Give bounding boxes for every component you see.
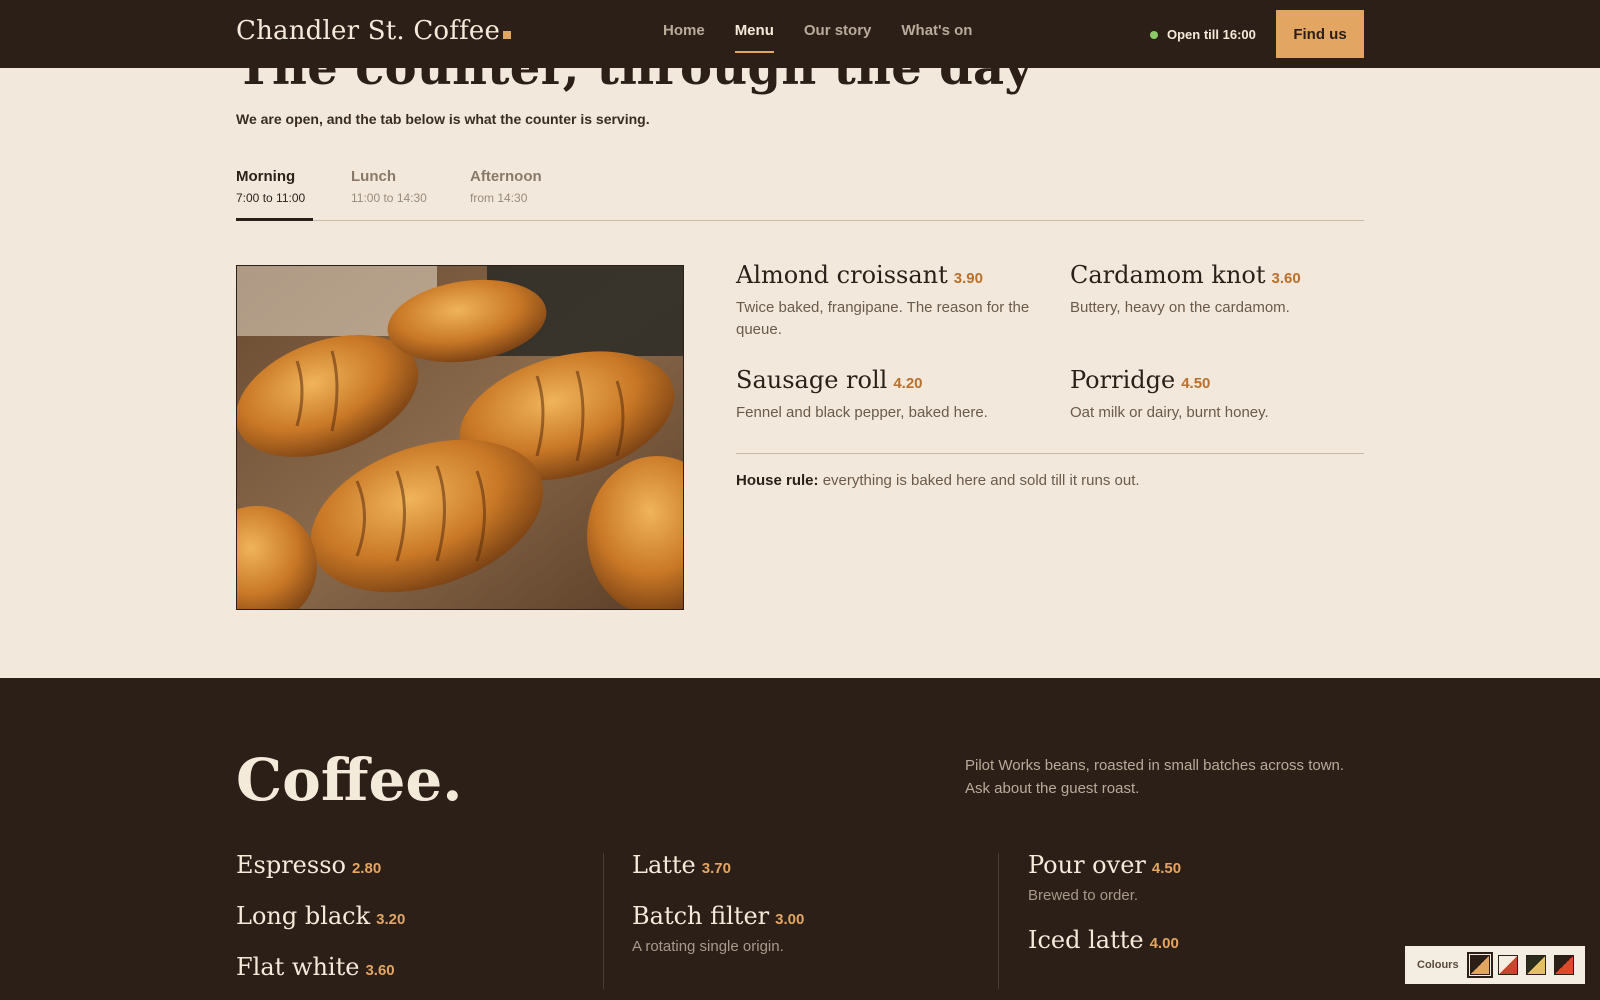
column-divider [998, 853, 999, 989]
house-rule-label: House rule: [736, 472, 819, 489]
nav-whats-on[interactable]: What's on [901, 22, 972, 53]
coffee-section: Coffee. Pilot Works beans, roasted in sm… [0, 678, 1600, 1000]
menu-item: Almond croissant 3.90 Twice baked, frangi… [736, 261, 1036, 341]
swatch-option[interactable] [1525, 955, 1546, 975]
menu-item-price: 3.90 [953, 270, 983, 287]
menu-item-name: Almond croissant [736, 261, 948, 289]
menu-divider [736, 453, 1364, 454]
coffee-item-name: Batch filter [632, 902, 770, 930]
menu-item-price: 3.60 [1271, 270, 1301, 287]
coffee-item: Long black 3.20 [236, 902, 405, 930]
tab-afternoon-label: Afternoon [470, 168, 542, 185]
menu-item-price: 4.20 [893, 375, 923, 392]
tab-lunch-time: 11:00 to 14:30 [351, 191, 427, 205]
menu-item-name: Porridge [1070, 366, 1176, 394]
coffee-item-name: Iced latte [1028, 926, 1144, 954]
find-us-button[interactable]: Find us [1276, 10, 1364, 58]
swatch-option[interactable] [1466, 952, 1493, 978]
coffee-item: Pour over 4.50 Brewed to order. [1028, 851, 1181, 904]
menu-item-desc: Buttery, heavy on the cardamom. [1070, 299, 1290, 316]
coffee-item-price: 3.00 [775, 911, 805, 928]
nav-home[interactable]: Home [663, 22, 705, 53]
coffee-item-name: Long black [236, 902, 371, 930]
coffee-item-desc: Brewed to order. [1028, 887, 1139, 904]
open-status: Open till 16:00 [1150, 27, 1256, 42]
tab-morning-label: Morning [236, 168, 296, 185]
coffee-item-name: Pour over [1028, 851, 1146, 879]
coffee-item: Latte 3.70 [632, 851, 731, 879]
top-navigation-bar: Chandler St. Coffee Home Menu Our story … [0, 0, 1600, 68]
coffee-item-price: 3.20 [376, 911, 406, 928]
menu-item: Cardamom knot 3.60 Buttery, heavy on the … [1070, 261, 1370, 319]
tab-afternoon-time: from 14:30 [470, 191, 528, 205]
coffee-item: Batch filter 3.00 A rotating single origi… [632, 902, 804, 955]
nav-our-story[interactable]: Our story [804, 22, 872, 53]
coffee-item-price: 4.00 [1149, 935, 1179, 952]
croissants-illustration [237, 266, 683, 609]
column-divider [603, 853, 604, 989]
house-rule-text: everything is baked here and sold till i… [822, 472, 1140, 489]
tab-morning[interactable]: Morning 7:00 to 11:00 [236, 168, 313, 221]
menu-item-desc: Fennel and black pepper, baked here. [736, 404, 988, 421]
croissants-photo [236, 265, 684, 610]
main-nav: Home Menu Our story What's on [663, 22, 972, 53]
menu-item-desc: Twice baked, frangipane. The reason for … [736, 299, 1030, 338]
coffee-item-name: Espresso [236, 851, 346, 879]
open-status-dot-icon [1150, 30, 1158, 39]
coffee-item: Iced latte 4.00 [1028, 926, 1179, 954]
menu-item-name: Cardamom knot [1070, 261, 1266, 289]
coffee-item: Espresso 2.80 [236, 851, 381, 879]
coffee-item-price: 2.80 [351, 860, 382, 877]
page-lede: We are open, and the tab below is what t… [236, 111, 650, 127]
swatch-option[interactable] [1497, 955, 1518, 975]
tab-lunch-label: Lunch [351, 168, 396, 185]
tab-lunch[interactable]: Lunch 11:00 to 14:30 [351, 168, 441, 221]
brand-name: Chandler St. Coffee [236, 16, 501, 46]
coffee-item-price: 4.50 [1151, 860, 1182, 877]
tab-morning-time: 7:00 to 11:00 [236, 191, 306, 205]
tab-afternoon[interactable]: Afternoon from 14:30 [470, 168, 560, 221]
coffee-item-price: 3.70 [701, 860, 731, 877]
house-rule: House rule: everything is baked here and… [736, 472, 1140, 489]
coffee-intro: Pilot Works beans, roasted in small batc… [965, 757, 1345, 797]
coffee-item: Flat white 3.60 [236, 953, 395, 981]
coffee-item-name: Flat white [236, 953, 360, 981]
coffee-item-price: 3.60 [365, 962, 395, 979]
menu-item-name: Sausage roll [736, 366, 888, 394]
menu-item-desc: Oat milk or dairy, burnt honey. [1070, 404, 1269, 421]
menu-item-price: 4.50 [1181, 375, 1211, 392]
open-status-text: Open till 16:00 [1167, 27, 1256, 42]
menu-item: Porridge 4.50 Oat milk or dairy, burnt ho… [1070, 366, 1370, 424]
colour-switcher: Colours [1405, 946, 1585, 984]
brand-logo[interactable]: Chandler St. Coffee [236, 16, 512, 46]
nav-menu[interactable]: Menu [734, 22, 774, 53]
coffee-item-desc: A rotating single origin. [632, 938, 784, 955]
coffee-item-name: Latte [632, 851, 696, 879]
swatch-option[interactable] [1553, 955, 1574, 975]
brand-dot-icon [503, 31, 512, 39]
service-tabs: Morning 7:00 to 11:00 Lunch 11:00 to 14:… [236, 168, 1364, 221]
colour-switcher-label: Colours [1417, 959, 1459, 971]
coffee-title: Coffee. [236, 746, 463, 814]
menu-item: Sausage roll 4.20 Fennel and black pepper… [736, 366, 1036, 424]
